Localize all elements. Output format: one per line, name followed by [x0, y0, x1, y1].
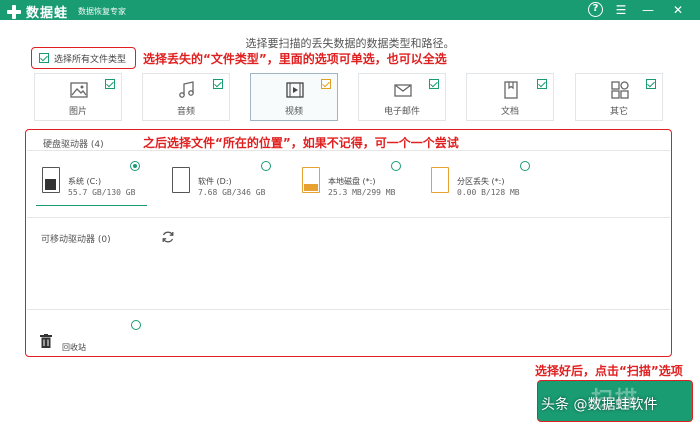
- menu-icon[interactable]: ☰: [611, 1, 631, 19]
- type-label: 其它: [609, 107, 628, 117]
- select-all-label: 选择所有文件类型: [54, 55, 127, 65]
- type-card-email[interactable]: 电子邮件: [358, 73, 446, 121]
- type-card-document[interactable]: 文档: [466, 73, 554, 121]
- divider: [27, 217, 670, 218]
- image-icon: [70, 82, 88, 98]
- annotation-file-type: 选择丢失的“文件类型”，里面的选项可单选，也可以全选: [143, 52, 447, 66]
- drive-lost-icon: [431, 167, 449, 193]
- app-logo: 数据蛙 数据恢复专家: [6, 2, 126, 21]
- checkbox-checked-icon: [39, 53, 49, 63]
- type-card-other[interactable]: 其它: [575, 73, 663, 121]
- app-name: 数据蛙: [26, 6, 69, 21]
- checkbox-checked-icon: [321, 79, 331, 89]
- other-icon: [611, 81, 629, 99]
- type-label: 图片: [68, 107, 87, 117]
- app-subtitle: 数据恢复专家: [78, 7, 127, 16]
- checkbox-checked-icon: [429, 79, 439, 89]
- video-icon: [286, 82, 304, 98]
- drive-size: 7.68 GB/346 GB: [198, 188, 266, 197]
- divider: [27, 309, 670, 310]
- drive-lost-radio[interactable]: [520, 161, 530, 171]
- drive-d-radio[interactable]: [261, 161, 271, 171]
- annotation-location: 之后选择文件“所在的位置”，如果不记得，可一个一个尝试: [143, 136, 459, 150]
- drive-size: 55.7 GB/130 GB: [68, 188, 136, 197]
- type-card-video[interactable]: 视频: [250, 73, 338, 121]
- drive-name: 软件 (D:): [198, 177, 232, 186]
- removable-drives-label: 可移动驱动器 (0): [41, 235, 111, 245]
- checkbox-checked-icon: [646, 79, 656, 89]
- type-label: 电子邮件: [383, 107, 420, 117]
- hard-drives-label: 硬盘驱动器 (4): [43, 140, 104, 150]
- drive-c-radio[interactable]: [130, 161, 140, 171]
- watermark: 头条 @数据蛙软件: [541, 397, 658, 413]
- drive-name: 系统 (C:): [68, 177, 102, 186]
- logo-cross-icon: [6, 4, 22, 20]
- type-label: 文档: [500, 107, 519, 117]
- select-all-checkbox[interactable]: 选择所有文件类型: [31, 47, 136, 69]
- drive-size: 0.00 B/128 MB: [457, 188, 520, 197]
- checkbox-checked-icon: [105, 79, 115, 89]
- type-card-image[interactable]: 图片: [34, 73, 122, 121]
- refresh-icon[interactable]: [161, 230, 175, 244]
- drive-system-icon: [42, 167, 60, 193]
- drive-name: 分区丢失 (*:): [457, 177, 505, 186]
- recycle-bin-radio[interactable]: [131, 320, 141, 330]
- checkbox-checked-icon: [537, 79, 547, 89]
- email-icon: [394, 84, 412, 97]
- drive-local-icon: [302, 167, 320, 193]
- help-icon[interactable]: ?: [588, 2, 603, 17]
- type-card-audio[interactable]: 音频: [142, 73, 230, 121]
- document-icon: [504, 81, 518, 99]
- drive-name: 本地磁盘 (*:): [328, 177, 376, 186]
- type-label: 视频: [284, 107, 303, 117]
- annotation-scan: 选择好后，点击“扫描”选项: [535, 364, 683, 378]
- recycle-bin-icon: [40, 334, 52, 348]
- type-label: 音频: [176, 107, 195, 117]
- close-icon[interactable]: ✕: [668, 1, 688, 19]
- title-bar: 数据蛙 数据恢复专家 ? ☰ — ✕: [0, 0, 700, 21]
- drive-icon: [172, 167, 190, 193]
- recycle-bin-label: 回收站: [62, 343, 86, 352]
- minimize-icon[interactable]: —: [638, 1, 658, 19]
- music-icon: [179, 81, 194, 98]
- divider: [27, 150, 670, 151]
- drive-size: 25.3 MB/299 MB: [328, 188, 396, 197]
- drive-local-radio[interactable]: [391, 161, 401, 171]
- checkbox-checked-icon: [213, 79, 223, 89]
